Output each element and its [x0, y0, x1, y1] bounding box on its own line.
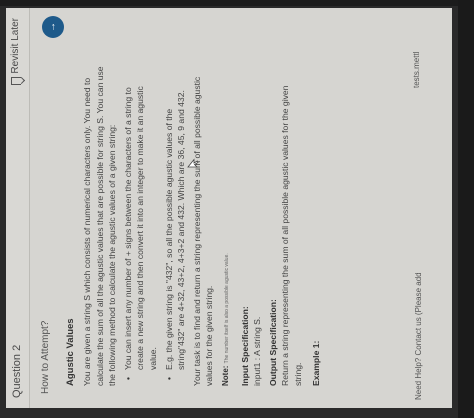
input-spec-title: Input Specification:	[239, 306, 250, 386]
revisit-later-button[interactable]: Revisit Later	[10, 18, 21, 85]
output-spec-title: Output Specification:	[268, 299, 279, 386]
scroll-side-button[interactable]: →	[42, 16, 64, 38]
question-content: How to Attempt? → Agustic Values You are…	[32, 8, 424, 408]
question-panel: Question 2 Revisit Later How to Attempt?…	[6, 8, 452, 408]
note: Note: The number itself is also a possib…	[220, 66, 231, 386]
help-contact-link[interactable]: Need Help? Contact us (Please add	[414, 272, 423, 400]
question-title: Question 2	[11, 344, 23, 398]
input-spec-text: input1 : A string S.	[252, 316, 263, 386]
site-label: tests.mettl	[412, 51, 421, 88]
arrow-icon: →	[47, 22, 58, 32]
output-spec-text: Return a string representing the sum of …	[280, 85, 303, 386]
how-to-attempt-heading: How to Attempt?	[40, 320, 51, 394]
example-title: Example 1:	[310, 340, 321, 386]
revisit-later-label: Revisit Later	[10, 18, 21, 74]
bookmark-icon	[10, 76, 21, 85]
screen-bezel-top	[0, 0, 474, 6]
screen-bezel-right	[458, 0, 474, 418]
problem-statement: Agustic Values You are given a string S …	[64, 66, 322, 386]
problem-title: Agustic Values	[65, 318, 76, 386]
bullet-item: You can insert any number of + signs bet…	[122, 66, 159, 380]
question-header: Question 2 Revisit Later	[6, 8, 30, 408]
cursor-icon	[187, 158, 199, 168]
bullet-item: E.g. the given string is "432", so all t…	[163, 66, 187, 380]
note-text: The number itself is also a possible agu…	[223, 253, 230, 364]
problem-bullet-list: You can insert any number of + signs bet…	[122, 66, 187, 380]
problem-task: Your task is to find and return a string…	[192, 76, 215, 386]
note-label: Note:	[220, 365, 230, 386]
problem-description: You are given a string S which consists …	[82, 66, 117, 386]
